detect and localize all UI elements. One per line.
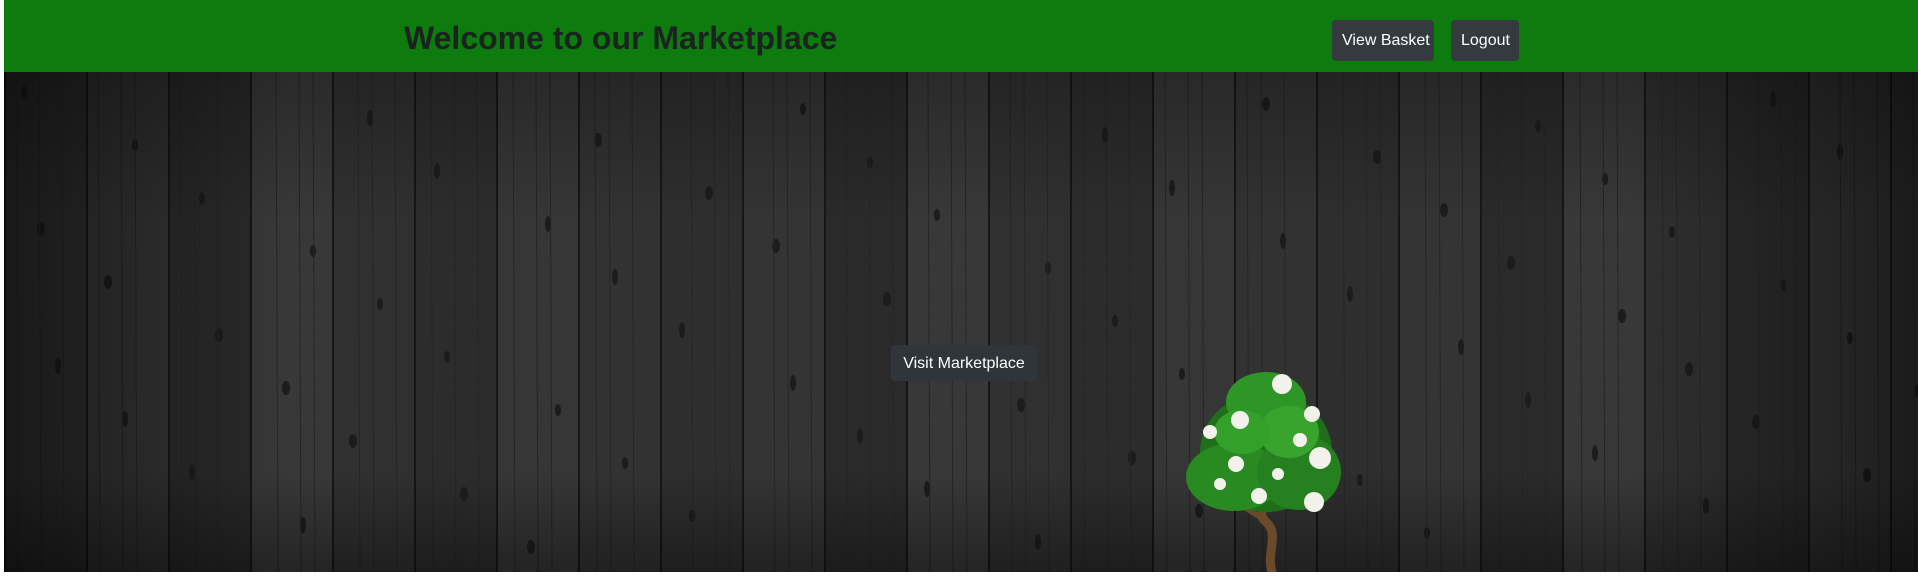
hero-banner: Visit Marketplace [4, 72, 1918, 572]
wood-plank-background [4, 72, 1918, 572]
top-navbar: Welcome to our Marketplace View Basket L… [4, 0, 1918, 72]
visit-marketplace-button[interactable]: Visit Marketplace [891, 345, 1037, 381]
view-basket-button[interactable]: View Basket [1332, 20, 1434, 61]
page-bottom-edge [0, 572, 1918, 576]
page-title: Welcome to our Marketplace [404, 20, 838, 56]
logout-button[interactable]: Logout [1451, 20, 1519, 61]
